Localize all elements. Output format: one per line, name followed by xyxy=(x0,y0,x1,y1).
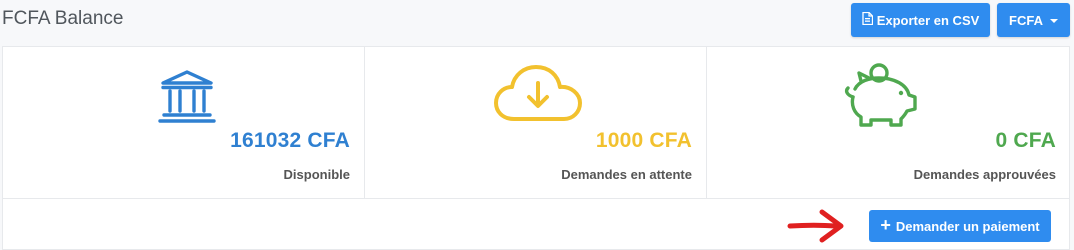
page-title: FCFA Balance xyxy=(2,8,124,29)
pending-label: Demandes en attente xyxy=(561,167,692,182)
card-approved: 0 CFA Demandes approuvées xyxy=(706,47,1070,199)
cloud-download-icon xyxy=(494,63,582,128)
request-payment-label: Demander un paiement xyxy=(895,218,1040,234)
request-payment-button[interactable]: + Demander un paiement xyxy=(869,210,1051,242)
header-bar: FCFA Balance Exporter en CSV FCFA xyxy=(0,0,1074,44)
approved-label: Demandes approuvées xyxy=(913,167,1056,182)
plus-icon: + xyxy=(880,215,891,235)
caret-down-icon xyxy=(1049,18,1058,23)
balance-cards: 161032 CFA Disponible 1000 CFA Demandes … xyxy=(2,46,1070,199)
approved-amount: 0 CFA xyxy=(995,129,1056,152)
available-label: Disponible xyxy=(283,167,350,182)
card-available: 161032 CFA Disponible xyxy=(3,47,364,199)
export-csv-button[interactable]: Exporter en CSV xyxy=(851,3,990,37)
file-icon xyxy=(862,11,873,28)
bank-icon xyxy=(158,69,216,130)
currency-dropdown[interactable]: FCFA xyxy=(997,3,1070,37)
piggy-bank-icon xyxy=(841,59,921,134)
currency-label: FCFA xyxy=(1009,12,1043,28)
red-arrow-annotation-icon xyxy=(786,206,848,250)
pending-amount: 1000 CFA xyxy=(595,129,692,152)
available-amount: 161032 CFA xyxy=(230,129,350,152)
export-csv-label: Exporter en CSV xyxy=(876,12,980,28)
card-pending: 1000 CFA Demandes en attente xyxy=(364,47,706,199)
